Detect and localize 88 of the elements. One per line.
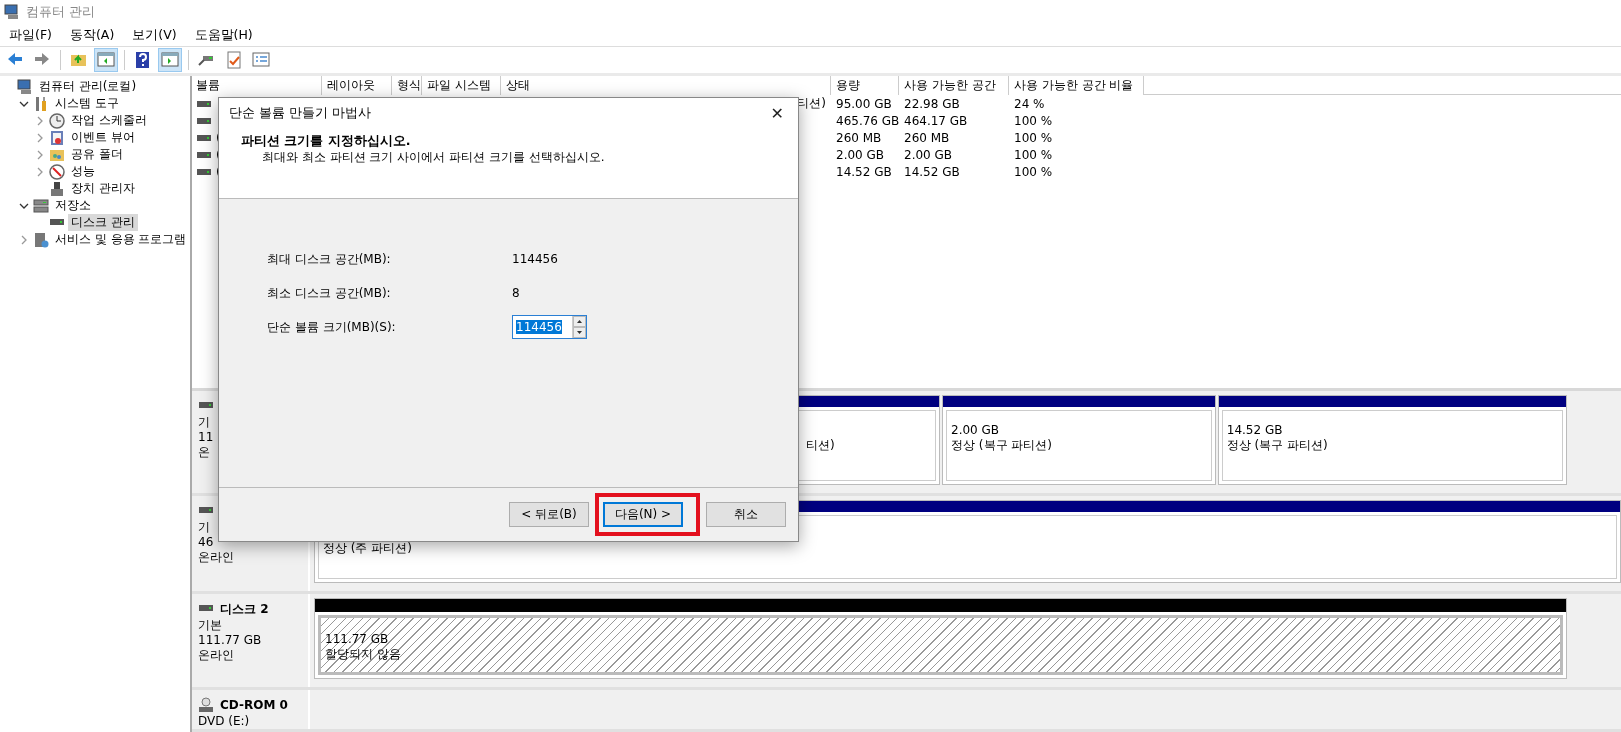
field-label: 최대 디스크 공간(MB): bbox=[267, 250, 392, 268]
dialog-title: 단순 볼륨 만들기 마법사 bbox=[229, 104, 371, 122]
table-cell: 100 % bbox=[1014, 113, 1053, 128]
column-header[interactable]: 파일 시스템 bbox=[422, 76, 501, 95]
tree-item[interactable]: 성능 bbox=[68, 163, 98, 180]
partition-text: 할당되지 않음 bbox=[325, 647, 402, 662]
tree-item[interactable]: 시스템 도구 bbox=[52, 95, 122, 112]
disk-name: 디스크 2 bbox=[220, 600, 269, 618]
gauge-icon bbox=[49, 163, 65, 180]
disk-detail: 11 bbox=[198, 430, 215, 445]
event-log-icon bbox=[49, 129, 65, 146]
computer-icon bbox=[17, 78, 33, 95]
tree-item[interactable]: 이벤트 뷰어 bbox=[68, 129, 138, 146]
table-cell: 2.00 GB bbox=[836, 147, 885, 162]
partition-text: 14.52 GB bbox=[1226, 423, 1284, 438]
tree-item[interactable]: 공유 폴더 bbox=[68, 146, 126, 163]
window-title: 컴퓨터 관리 bbox=[26, 3, 96, 21]
menu-item[interactable]: 도움말(H) bbox=[185, 24, 262, 46]
disk-detail: 기 bbox=[198, 415, 211, 430]
partition-text: 정상 (복구 파티션) bbox=[1226, 438, 1329, 453]
partition-text: 티션) bbox=[806, 438, 836, 453]
partition-text: 정상 (복구 파티션) bbox=[951, 438, 1053, 453]
wizard-subheading: 최대와 최소 파티션 크기 사이에서 파티션 크기를 선택하십시오. bbox=[261, 149, 606, 165]
disk-detail: DVD (E:) bbox=[198, 714, 251, 729]
table-cell: 465.76 GB bbox=[836, 113, 900, 128]
wizard-button[interactable]: 취소 bbox=[706, 502, 786, 527]
help-icon bbox=[134, 51, 152, 69]
partition-text: 정상 (주 파티션) bbox=[323, 541, 413, 556]
partition-text: 111.77 GB bbox=[325, 632, 390, 647]
cd-drive-icon bbox=[198, 697, 214, 713]
table-cell: 2.00 GB bbox=[904, 147, 953, 162]
tree-item[interactable]: 장치 관리자 bbox=[68, 180, 138, 197]
table-cell: 464.17 GB bbox=[904, 113, 968, 128]
disk-detail: 기본 bbox=[198, 618, 223, 633]
computer-icon bbox=[4, 4, 20, 20]
column-header[interactable]: 형식 bbox=[392, 76, 422, 95]
menu-item[interactable]: 보기(V) bbox=[123, 24, 186, 46]
services-icon bbox=[33, 231, 49, 248]
field-label: 단순 볼륨 크기(MB)(S): bbox=[267, 318, 397, 336]
table-cell: 95.00 GB bbox=[836, 96, 892, 111]
console-tree-icon bbox=[97, 51, 115, 69]
menu-item[interactable]: 동작(A) bbox=[60, 24, 124, 46]
field-value: 8 bbox=[512, 286, 520, 300]
tree-item[interactable]: 서비스 및 응용 프로그램 bbox=[52, 231, 190, 248]
spin-down-icon[interactable] bbox=[573, 327, 586, 338]
disk-name: CD-ROM 0 bbox=[220, 698, 288, 712]
column-header[interactable]: 볼륨 bbox=[192, 76, 322, 95]
partition-text: 2.00 GB bbox=[951, 423, 1001, 438]
storage-icon bbox=[33, 197, 49, 214]
table-cell: 100 % bbox=[1014, 164, 1053, 179]
disk-detail: 기 bbox=[198, 520, 211, 535]
field-value: 114456 bbox=[512, 252, 558, 266]
disk-detail: 온라인 bbox=[198, 648, 235, 663]
action-pane-icon bbox=[161, 51, 179, 69]
table-cell: 260 MB bbox=[904, 130, 950, 145]
wizard-button[interactable]: < 뒤로(B) bbox=[509, 502, 589, 527]
disk-detail: 46 bbox=[198, 535, 215, 550]
close-button[interactable]: ✕ bbox=[766, 103, 788, 123]
device-icon bbox=[49, 180, 65, 197]
wizard-button[interactable]: 다음(N) > bbox=[603, 502, 683, 527]
clock-icon bbox=[49, 112, 65, 129]
menu-item[interactable]: 파일(F) bbox=[0, 24, 61, 46]
column-header[interactable]: 상태 bbox=[501, 76, 831, 95]
disk-detail: 온라인 bbox=[198, 550, 235, 565]
table-cell: 260 MB bbox=[836, 130, 882, 145]
tree-item[interactable]: 작업 스케줄러 bbox=[68, 112, 150, 129]
list-icon bbox=[252, 51, 270, 69]
table-cell: 14.52 GB bbox=[836, 164, 892, 179]
column-header[interactable]: 용량 bbox=[831, 76, 899, 95]
table-cell: 100 % bbox=[1014, 147, 1053, 162]
size-spin-field[interactable]: 114456 bbox=[512, 315, 587, 339]
tree-item[interactable]: 컴퓨터 관리(로컬) bbox=[36, 78, 140, 95]
tools-icon bbox=[33, 95, 49, 112]
table-cell: 14.52 GB bbox=[904, 164, 960, 179]
field-label: 최소 디스크 공간(MB): bbox=[267, 284, 392, 302]
table-cell: 24 % bbox=[1014, 96, 1045, 111]
tree-item[interactable]: 디스크 관리 bbox=[68, 214, 138, 231]
column-header[interactable]: 레이아웃 bbox=[322, 76, 392, 95]
tree-item[interactable]: 저장소 bbox=[52, 197, 94, 214]
properties-icon bbox=[225, 51, 243, 69]
column-header[interactable]: 사용 가능한 공간 bbox=[899, 76, 1009, 95]
column-header[interactable]: 사용 가능한 공간 비율 bbox=[1009, 76, 1144, 95]
disk-detail: 111.77 GB bbox=[198, 633, 263, 648]
table-cell: 100 % bbox=[1014, 130, 1053, 145]
spin-up-icon[interactable] bbox=[573, 316, 586, 327]
wizard-heading: 파티션 크기를 지정하십시오. bbox=[241, 132, 412, 149]
disk-detail: 온 bbox=[198, 445, 211, 460]
table-cell: 22.98 GB bbox=[904, 96, 960, 111]
